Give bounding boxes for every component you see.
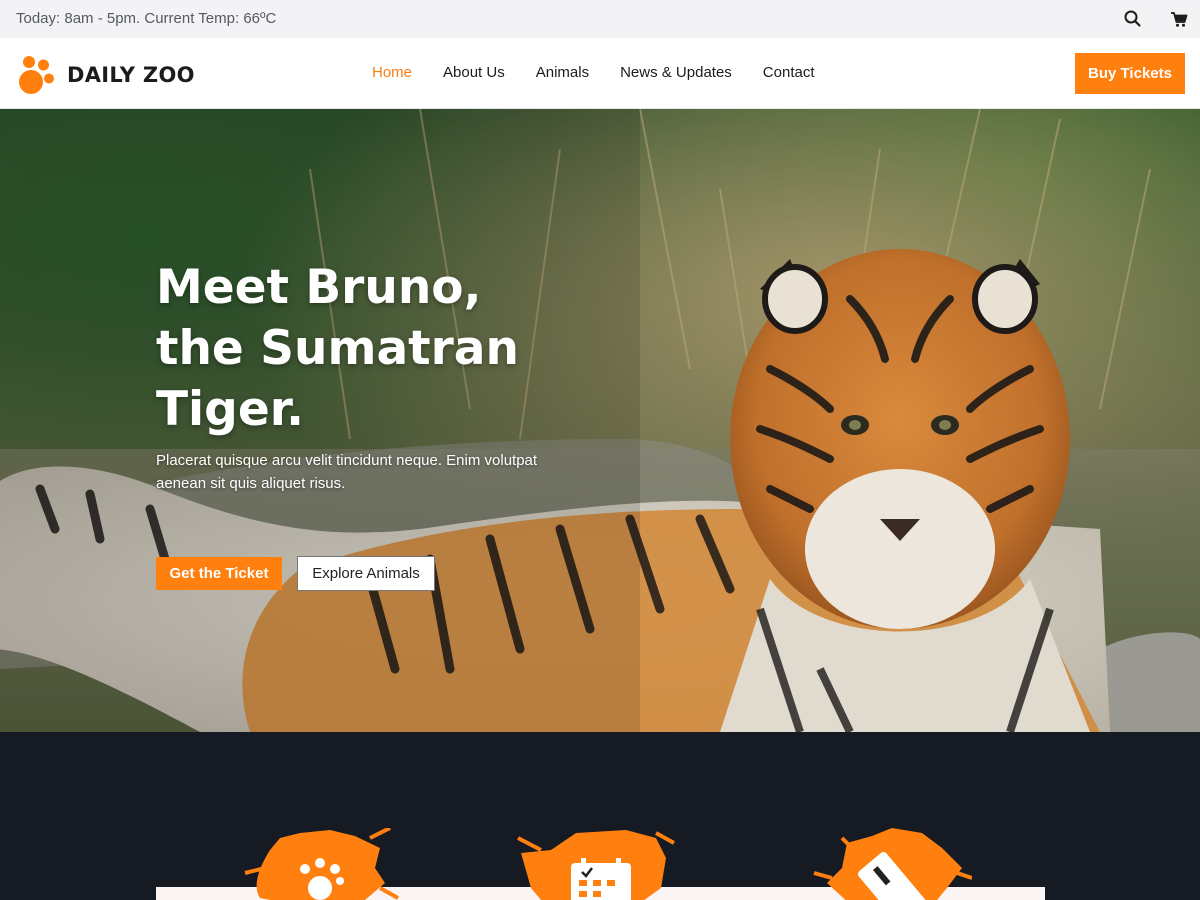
cart-icon[interactable] — [1169, 9, 1189, 29]
hours-temperature-info: Today: 8am - 5pm. Current Temp: 66ºC — [16, 10, 277, 27]
nav-news-updates[interactable]: News & Updates — [620, 63, 732, 87]
paw-icon — [244, 828, 399, 900]
hero-title-line-1: Meet Bruno, — [156, 260, 482, 315]
calendar-icon — [517, 830, 675, 900]
hero-title-line-3: Tiger. — [156, 382, 305, 437]
buy-tickets-button[interactable]: Buy Tickets — [1075, 53, 1185, 94]
feature-paw — [240, 828, 400, 900]
nav-animals[interactable]: Animals — [536, 63, 589, 87]
feature-ticket — [812, 828, 972, 900]
brand-name: DAILY ZOO — [67, 63, 195, 87]
get-ticket-button[interactable]: Get the Ticket — [156, 557, 282, 590]
site-logo[interactable]: DAILY ZOO — [14, 52, 214, 96]
hero-description: Placerat quisque arcu velit tincidunt ne… — [156, 452, 538, 492]
nav-contact[interactable]: Contact — [763, 63, 815, 87]
nav-about-us[interactable]: About Us — [443, 63, 505, 87]
features-section — [0, 732, 1200, 900]
paw-icon — [19, 56, 54, 94]
explore-animals-button[interactable]: Explore Animals — [297, 556, 435, 591]
feature-calendar — [516, 828, 676, 900]
site-header: DAILY ZOO Home About Us Animals News & U… — [0, 38, 1200, 109]
hero-buttons: Get the Ticket Explore Animals — [156, 556, 435, 591]
ticket-icon — [813, 828, 972, 900]
search-icon[interactable] — [1123, 9, 1143, 29]
hero-section: Meet Bruno, the Sumatran Tiger. Placerat… — [0, 109, 1200, 732]
main-navigation: Home About Us Animals News & Updates Con… — [356, 63, 846, 87]
top-info-bar: Today: 8am - 5pm. Current Temp: 66ºC — [0, 0, 1200, 38]
hero-title-line-2: the Sumatran — [156, 321, 519, 376]
nav-home[interactable]: Home — [372, 63, 412, 87]
hero-content: Meet Bruno, the Sumatran Tiger. Placerat… — [156, 257, 616, 495]
hero-title: Meet Bruno, the Sumatran Tiger. — [156, 257, 616, 440]
